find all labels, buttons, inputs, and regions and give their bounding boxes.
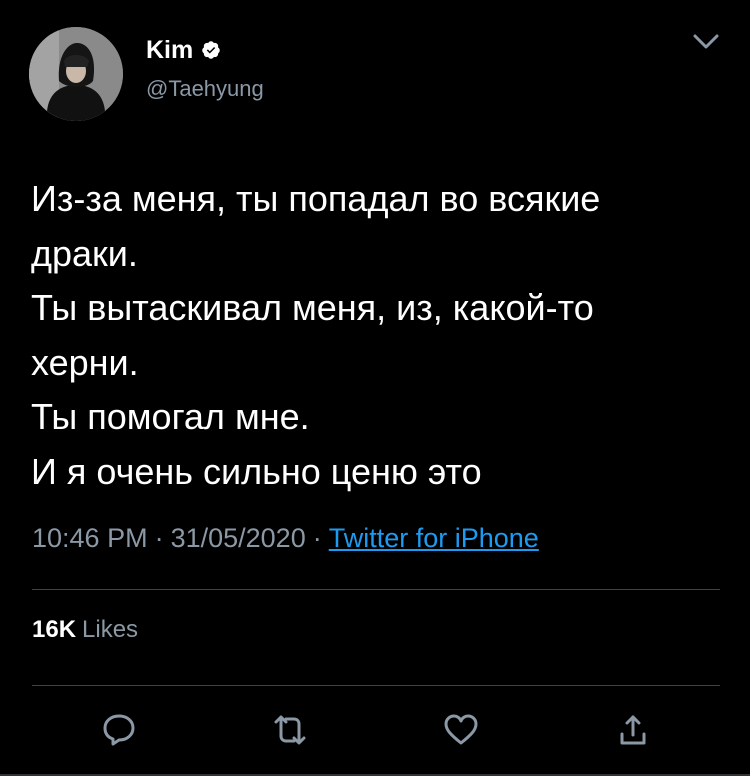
tweet-date: 31/05/2020 xyxy=(170,523,306,553)
meta-separator: · xyxy=(312,523,322,553)
meta-separator: · xyxy=(154,523,164,553)
tweet-line: Ты помогал мне. xyxy=(31,396,310,437)
avatar[interactable] xyxy=(29,27,123,121)
likes-count: 16K xyxy=(32,616,77,643)
share-icon[interactable] xyxy=(611,708,655,752)
heart-icon[interactable] xyxy=(439,708,483,752)
divider xyxy=(32,685,720,686)
divider xyxy=(32,589,720,590)
tweet-source-link[interactable]: Twitter for iPhone xyxy=(329,523,539,553)
action-bar xyxy=(0,708,750,752)
retweet-icon[interactable] xyxy=(268,708,312,752)
tweet-text: Из-за меня, ты попадал во всякие драки. … xyxy=(31,172,721,499)
chevron-down-icon[interactable] xyxy=(692,32,720,52)
tweet-line: И я очень сильно ценю это xyxy=(31,450,482,492)
author-name[interactable]: Kim xyxy=(146,36,193,64)
reply-icon[interactable] xyxy=(97,708,141,752)
tweet-line: херни. xyxy=(31,341,139,383)
likes-stat[interactable]: 16K Likes xyxy=(32,614,138,646)
tweet-time: 10:46 PM xyxy=(32,523,148,553)
tweet-line: Ты вытаскивал меня, из, какой-то xyxy=(31,287,594,328)
likes-label: Likes xyxy=(82,616,139,643)
tweet-line: Из-за меня, ты попадал во всякие xyxy=(31,178,601,219)
author-name-row[interactable]: Kim xyxy=(146,36,221,64)
verified-badge-icon xyxy=(201,40,221,60)
author-handle[interactable]: @Taehyung xyxy=(146,76,264,102)
tweet-line: драки. xyxy=(31,232,138,274)
tweet-meta: 10:46 PM · 31/05/2020 · Twitter for iPhone xyxy=(32,520,539,556)
